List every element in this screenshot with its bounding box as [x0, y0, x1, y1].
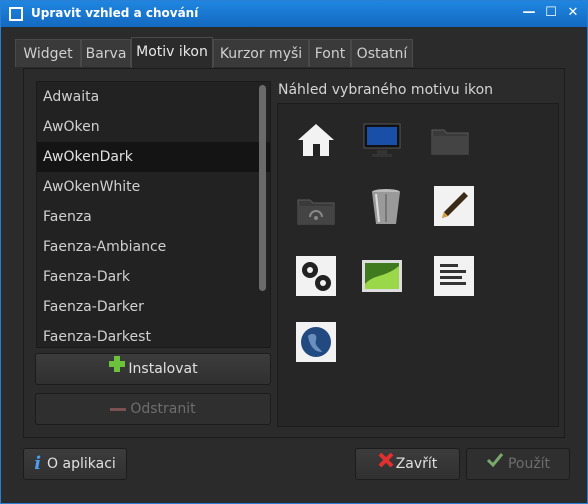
tab-motiv-ikon[interactable]: Motiv ikon: [131, 37, 213, 68]
list-scrollbar[interactable]: [257, 81, 269, 346]
remove-label: Odstranit: [130, 401, 196, 417]
monitor-icon: [362, 120, 402, 160]
close-x-icon: [378, 449, 394, 479]
text-document-icon: [434, 256, 474, 296]
minimize-icon[interactable]: —: [522, 6, 536, 20]
app-icon: [9, 7, 23, 21]
icon-theme-list[interactable]: Adwaita AwOken AwOkenDark AwOkenWhite Fa…: [36, 81, 271, 348]
list-item[interactable]: Faenza: [37, 202, 270, 232]
install-button[interactable]: Instalovat: [35, 353, 271, 385]
info-icon: i: [34, 453, 42, 474]
minus-icon: [110, 394, 127, 424]
checkmark-icon: [486, 449, 504, 479]
list-item[interactable]: Faenza-Darker: [37, 292, 270, 322]
image-icon: [362, 256, 402, 296]
network-folder-icon: [296, 188, 336, 228]
list-item[interactable]: Adwaita: [37, 82, 270, 112]
plus-icon: [108, 354, 126, 384]
settings-gears-icon: [296, 256, 336, 296]
tab-bar: Widget Barva Motiv ikon Kurzor myši Font…: [15, 37, 415, 68]
close-icon[interactable]: ✕: [566, 6, 580, 20]
window: Upravit vzhled a chování — ☐ ✕ Widget Ba…: [0, 0, 588, 504]
list-item[interactable]: AwOkenWhite: [37, 172, 270, 202]
preview-title: Náhled vybraného motivu ikon: [278, 82, 494, 98]
window-title: Upravit vzhled a chování: [31, 6, 199, 20]
tab-ostatni[interactable]: Ostatní: [351, 39, 413, 67]
install-label: Instalovat: [128, 361, 198, 377]
tab-barva[interactable]: Barva: [81, 39, 131, 67]
list-item-selected[interactable]: AwOkenDark: [37, 142, 270, 172]
apply-label: Použít: [507, 456, 551, 472]
list-item[interactable]: Faenza-Darkest: [37, 322, 270, 347]
about-button[interactable]: i O aplikaci: [23, 448, 127, 480]
apply-button[interactable]: Použít: [466, 448, 570, 480]
remove-button[interactable]: Odstranit: [35, 393, 271, 425]
title-bar[interactable]: Upravit vzhled a chování — ☐ ✕: [1, 1, 587, 27]
home-icon: [296, 120, 336, 160]
about-label: O aplikaci: [47, 456, 116, 472]
list-item[interactable]: Faenza-Ambiance: [37, 232, 270, 262]
tab-font[interactable]: Font: [309, 39, 351, 67]
list-item[interactable]: Faenza-Dark: [37, 262, 270, 292]
globe-icon: [296, 322, 336, 362]
tab-widget[interactable]: Widget: [15, 39, 81, 67]
maximize-icon[interactable]: ☐: [544, 6, 558, 20]
icon-preview-area: [277, 103, 559, 427]
scrollbar-thumb[interactable]: [259, 85, 266, 291]
close-button[interactable]: Zavřít: [355, 448, 460, 480]
folder-icon: [430, 120, 470, 160]
pen-icon: [434, 186, 474, 226]
list-item[interactable]: AwOken: [37, 112, 270, 142]
trash-icon: [366, 186, 406, 226]
close-label: Zavřít: [395, 456, 438, 472]
tab-kurzor-mysi[interactable]: Kurzor myši: [213, 39, 309, 67]
